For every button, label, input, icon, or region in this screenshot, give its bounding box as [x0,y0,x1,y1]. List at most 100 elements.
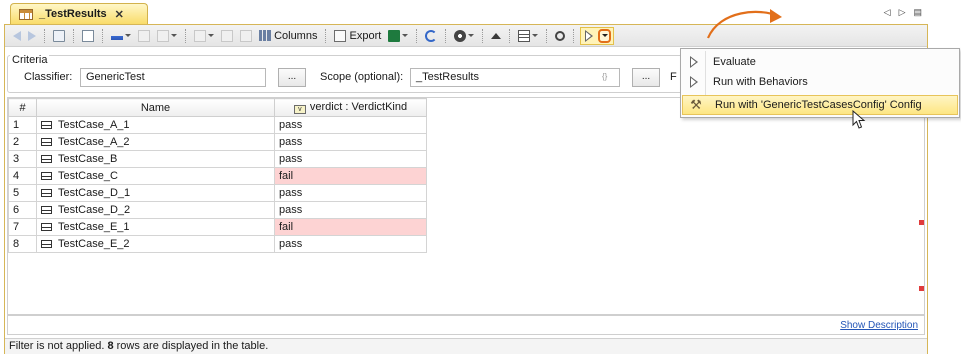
excel-icon [388,29,401,42]
test-case-icon [41,138,52,146]
verdict-cell[interactable]: fail [274,167,427,185]
table-row[interactable]: 8 TestCase_E_2 pass [8,235,427,253]
open-diagram-button[interactable] [80,27,96,45]
add-row-icon [111,35,123,40]
link-button[interactable] [192,27,216,45]
verdict-cell[interactable]: fail [274,218,427,236]
table-icon [19,8,33,20]
name-cell[interactable]: TestCase_B [36,150,275,168]
back-button[interactable] [11,27,23,45]
verdict-cell[interactable]: pass [274,133,427,151]
search-icon [555,30,566,41]
row-number-cell[interactable]: 1 [8,116,37,134]
toolbar-separator [445,28,447,43]
name-cell[interactable]: TestCase_C [36,167,275,185]
verdict-cell[interactable]: pass [274,150,427,168]
row-number-cell[interactable]: 8 [8,235,37,253]
tab-testresults[interactable]: _TestResults ✕ [10,3,148,24]
run-button[interactable] [583,27,595,45]
name-cell[interactable]: TestCase_E_1 [36,218,275,236]
row-number-cell[interactable]: 7 [8,218,37,236]
row-number-cell[interactable]: 6 [8,201,37,219]
menu-item-label: Run with 'GenericTestCasesConfig' Config [715,99,922,111]
forward-button[interactable] [26,27,38,45]
table-row[interactable]: 1 TestCase_A_1 pass [8,116,427,134]
row-number-cell[interactable]: 5 [8,184,37,202]
tab-nav-left-icon[interactable]: ◁ [884,7,891,18]
classifier-field[interactable]: GenericTest [80,68,266,87]
table-row[interactable]: 5 TestCase_D_1 pass [8,184,427,202]
classifier-browse-button[interactable]: ... [278,68,306,87]
toolbar-separator [416,28,418,43]
export-icon [334,29,347,42]
collapse-button[interactable] [489,27,503,45]
export-button[interactable]: Export [332,27,383,45]
tab-list-icon[interactable]: ▤ [913,7,922,18]
row-number-cell[interactable]: 3 [8,150,37,168]
move-up-icon [221,29,233,42]
verdict-cell[interactable]: pass [274,116,427,134]
options-button[interactable] [452,27,476,45]
name-cell[interactable]: TestCase_A_1 [36,116,275,134]
tree-view-button[interactable] [51,27,67,45]
description-area: Show Description [7,315,925,335]
close-icon[interactable]: ✕ [115,8,124,21]
diagram-icon [82,29,94,42]
delete-button[interactable] [155,27,179,45]
row-number-cell[interactable]: 2 [8,133,37,151]
name-cell[interactable]: TestCase_E_2 [36,235,275,253]
status-row-count: 8 [107,340,114,352]
criteria-legend: Criteria [10,54,50,66]
excel-button[interactable] [386,27,410,45]
copy-button[interactable] [136,27,152,45]
verdict-cell[interactable]: pass [274,201,427,219]
export-label: Export [349,29,382,42]
table-row[interactable]: 7 TestCase_E_1 fail [8,218,427,236]
add-row-button[interactable] [109,27,133,45]
status-bar: Filter is not applied. 8 rows are displa… [5,338,927,354]
tab-navigation: ◁ ▷ ▤ [884,7,922,18]
results-table: # Name v verdict : VerdictKind 1 TestCase_… [8,98,427,253]
column-header-name[interactable]: Name [36,98,275,117]
chevron-down-icon [171,34,177,37]
name-cell-text: TestCase_E_1 [58,221,130,233]
show-description-link[interactable]: Show Description [840,320,918,331]
tree-icon [53,29,65,42]
scope-browse-button[interactable]: ... [632,68,660,87]
error-marker[interactable] [919,286,924,291]
toolbar-separator [509,28,511,43]
scope-field[interactable]: _TestResults [410,68,620,87]
move-down-button[interactable] [238,27,254,45]
menu-item-run-with-config[interactable]: ⚒ Run with 'GenericTestCasesConfig' Conf… [682,95,958,115]
test-case-icon [41,240,52,248]
find-button[interactable] [553,27,567,45]
name-cell[interactable]: TestCase_D_1 [36,184,275,202]
name-cell[interactable]: TestCase_D_2 [36,201,275,219]
name-cell[interactable]: TestCase_A_2 [36,133,275,151]
column-header-number[interactable]: # [8,98,37,117]
verdict-cell[interactable]: pass [274,235,427,253]
error-marker[interactable] [919,220,924,225]
table-row[interactable]: 4 TestCase_C fail [8,167,427,185]
tools-icon: ⚒ [690,97,702,112]
classifier-label: Classifier: [24,71,73,83]
verdict-cell[interactable]: pass [274,184,427,202]
properties-icon [518,29,531,42]
toolbar-separator [482,28,484,43]
chevron-down-icon [208,34,214,37]
refresh-button[interactable] [423,27,439,45]
table-row[interactable]: 2 TestCase_A_2 pass [8,133,427,151]
tab-nav-right-icon[interactable]: ▷ [899,7,906,18]
row-number-cell[interactable]: 4 [8,167,37,185]
menu-item-run-with-behaviors[interactable]: Run with Behaviors [681,72,959,92]
table-row[interactable]: 6 TestCase_D_2 pass [8,201,427,219]
table-row[interactable]: 3 TestCase_B pass [8,150,427,168]
run-options-dropdown-button[interactable] [598,28,612,43]
columns-button[interactable]: Columns [257,27,319,45]
menu-item-evaluate[interactable]: Evaluate [681,52,959,72]
properties-button[interactable] [516,27,540,45]
annotation-arrow [706,9,782,39]
name-cell-text: TestCase_E_2 [58,238,130,250]
column-header-verdict[interactable]: v verdict : VerdictKind [274,98,427,117]
move-up-button[interactable] [219,27,235,45]
